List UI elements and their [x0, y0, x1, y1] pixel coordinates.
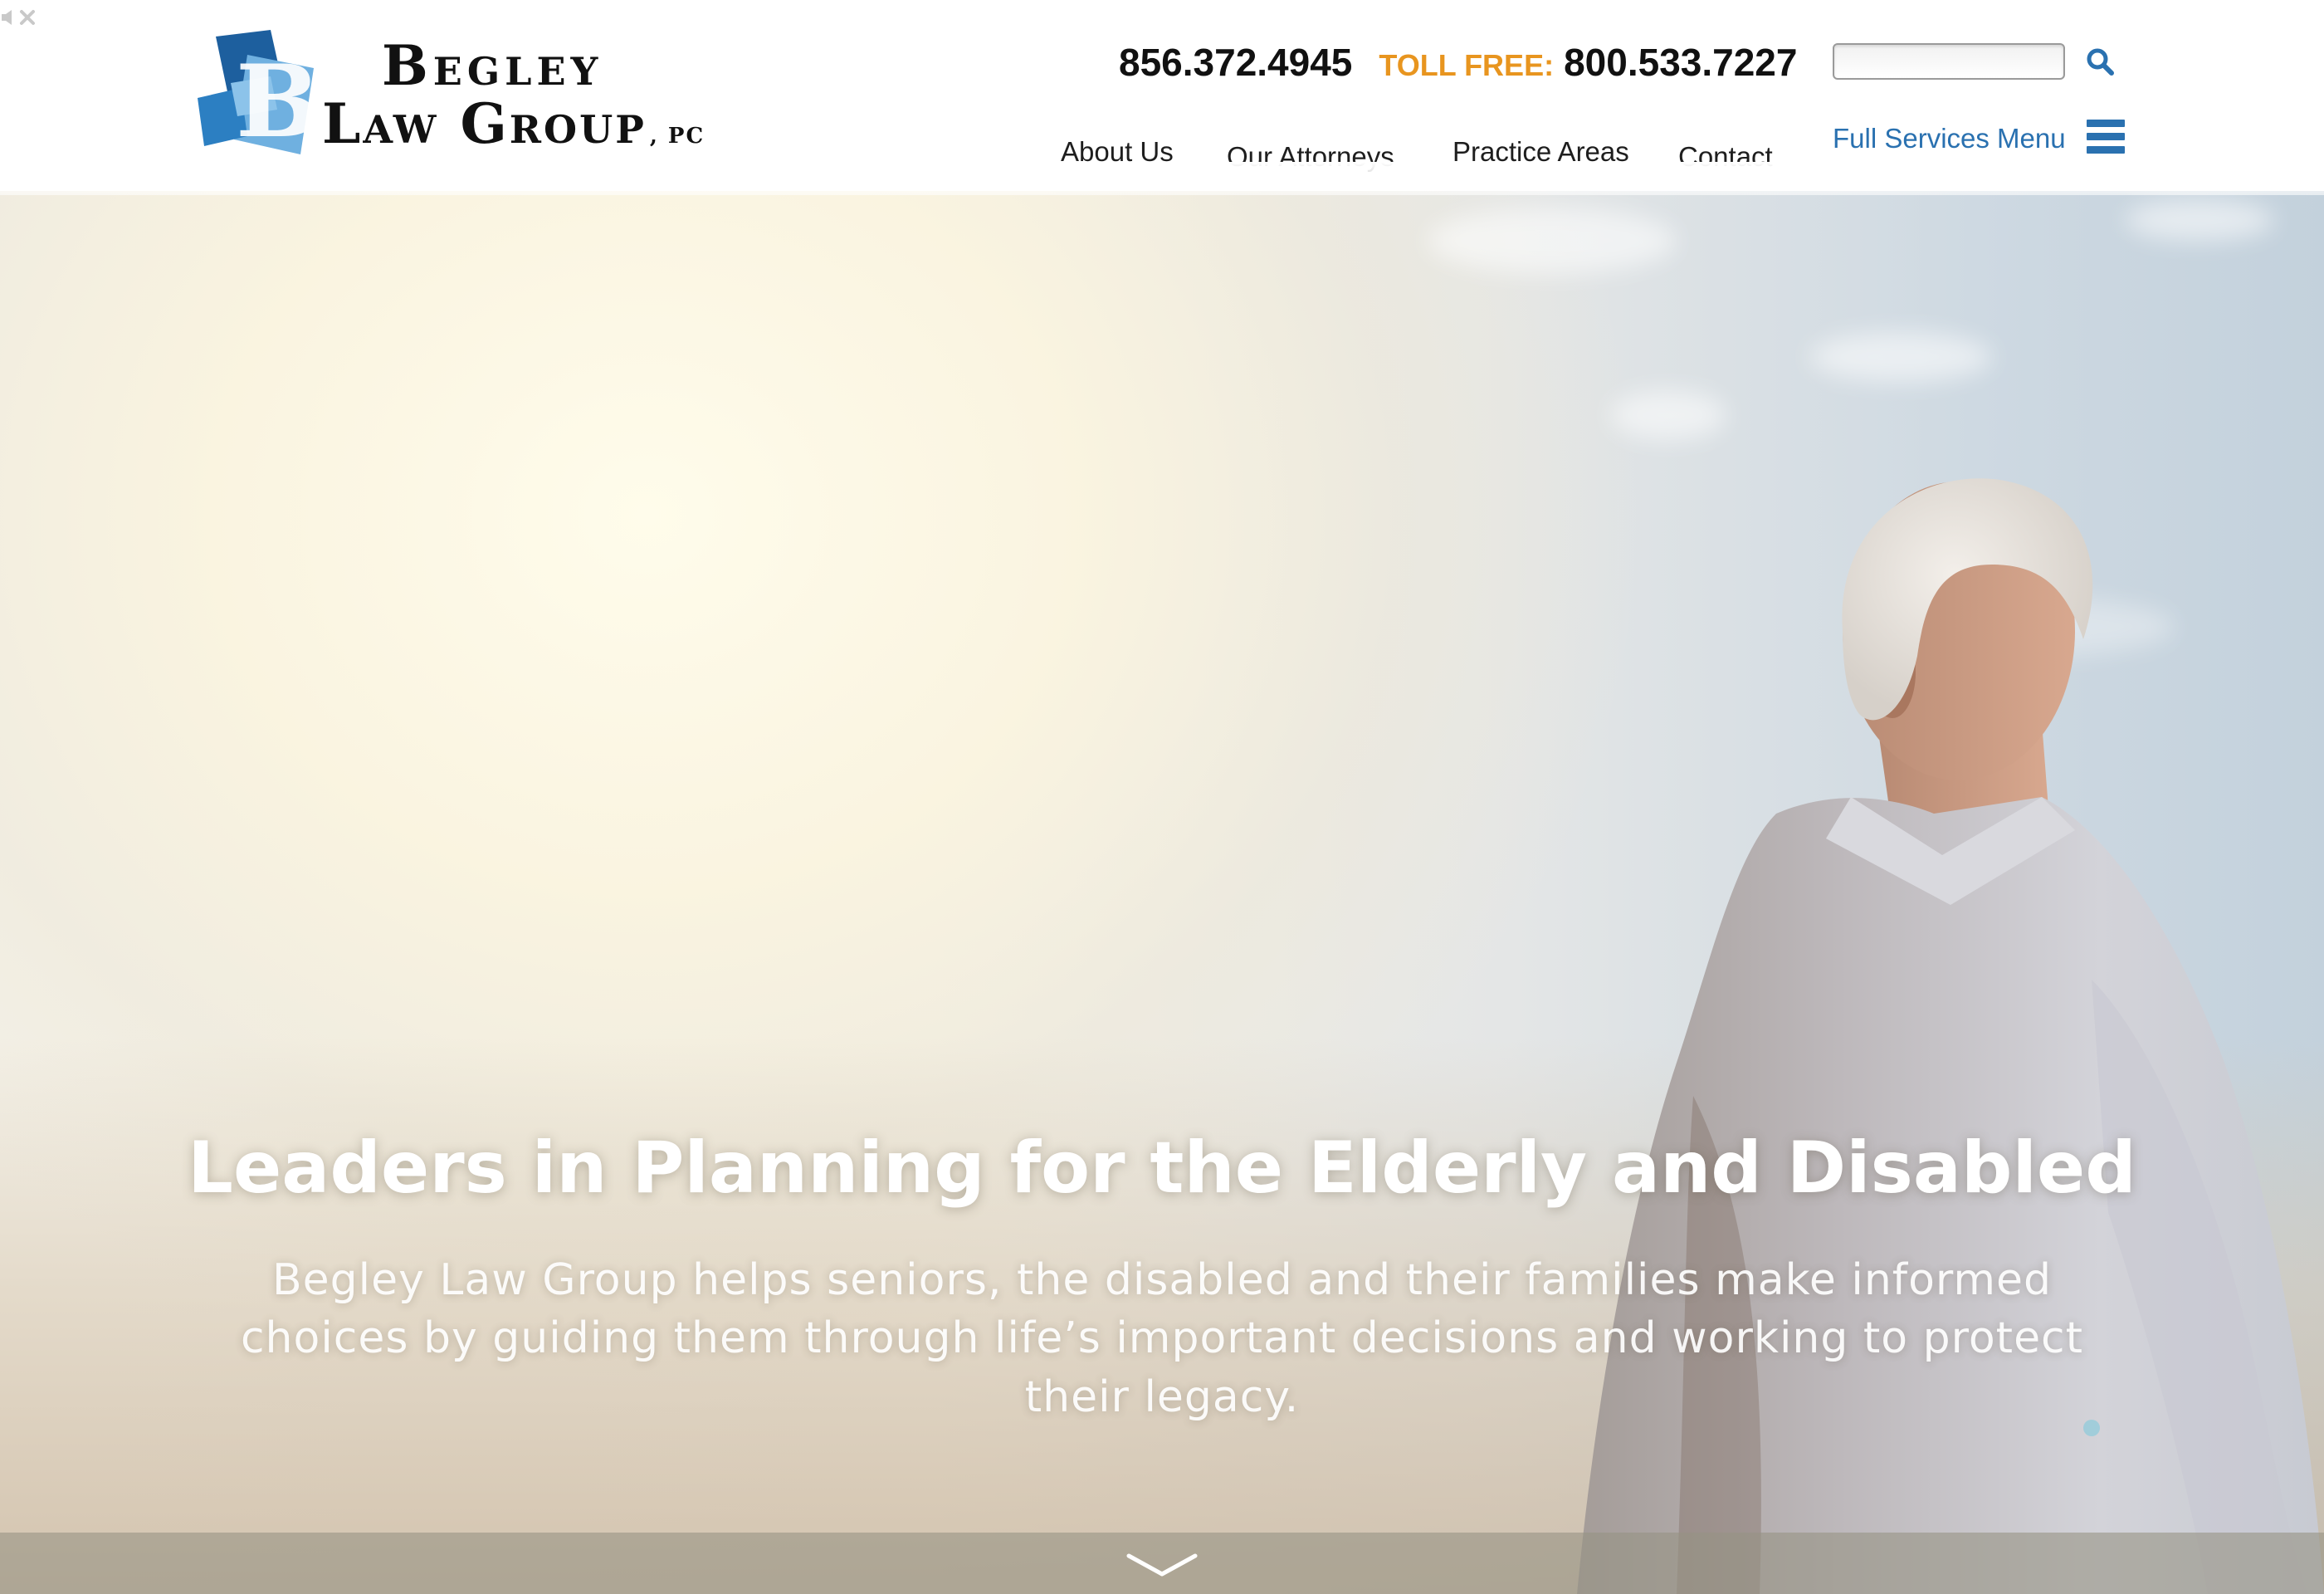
- hero-title: Leaders in Planning for the Elderly and …: [188, 1127, 2136, 1210]
- header-bottom-fade: [0, 162, 2324, 195]
- toll-free-label: TOLL FREE:: [1379, 48, 1555, 82]
- hero-text-block: Leaders in Planning for the Elderly and …: [0, 1129, 2324, 1427]
- chevron-down-icon[interactable]: [1125, 1551, 1199, 1584]
- cloud: [1610, 390, 1726, 440]
- speaker-mute-icon[interactable]: [0, 8, 17, 27]
- site-logo[interactable]: B Begley Law Group, PC: [198, 30, 704, 163]
- cloud: [1809, 332, 1992, 382]
- cloud: [1428, 208, 1677, 274]
- toll-free-number-link[interactable]: 800.533.7227: [1564, 40, 1797, 85]
- cloud: [2125, 199, 2274, 241]
- logo-line-2: Law Group, PC: [322, 96, 705, 151]
- hamburger-menu-icon[interactable]: [2087, 120, 2125, 161]
- search-button[interactable]: [2083, 45, 2118, 80]
- full-services-menu-link[interactable]: Full Services Menu: [1833, 125, 2066, 152]
- logo-line-1: Begley: [382, 33, 603, 98]
- search-icon: [2087, 48, 2114, 76]
- hero-subtitle: Begley Law Group helps seniors, the disa…: [240, 1254, 2084, 1423]
- search-input[interactable]: [1833, 43, 2065, 80]
- logo-line-2-text: Law Group: [322, 91, 647, 156]
- video-controls: [0, 8, 37, 27]
- page: B Begley Law Group, PC 856.372.4945 TOLL…: [0, 0, 2324, 1594]
- svg-text:B: B: [236, 43, 320, 159]
- site-header: B Begley Law Group, PC 856.372.4945 TOLL…: [0, 0, 2324, 195]
- phone-numbers: 856.372.4945 TOLL FREE: 800.533.7227: [1119, 40, 1797, 85]
- close-icon[interactable]: [18, 8, 37, 27]
- phone-number-link[interactable]: 856.372.4945: [1119, 40, 1352, 85]
- logo-suffix: , PC: [649, 124, 706, 149]
- logo-mark-icon: B: [198, 30, 320, 159]
